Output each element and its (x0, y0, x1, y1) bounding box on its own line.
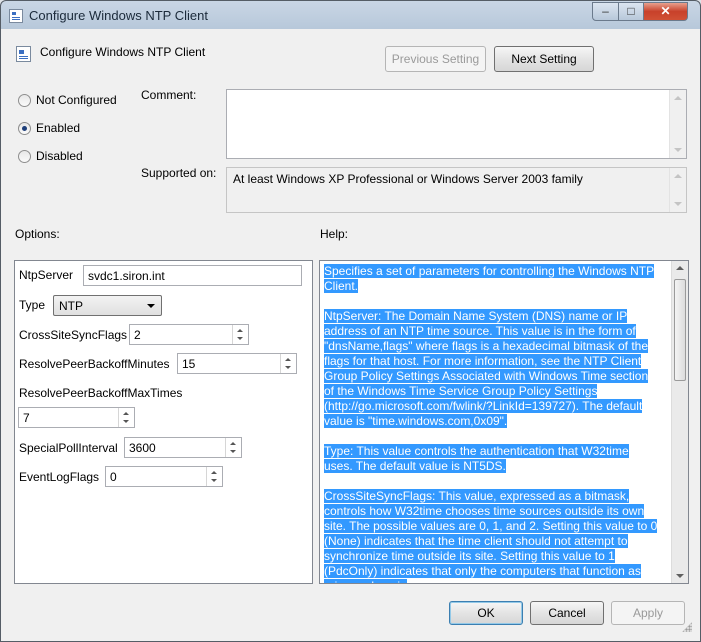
spinner-arrows[interactable] (225, 438, 241, 457)
spin-up-icon[interactable] (285, 358, 291, 361)
cross-site-sync-flags-spinner[interactable]: 2 (129, 324, 249, 345)
supported-on-value: At least Windows XP Professional or Wind… (233, 172, 583, 186)
spin-down-icon[interactable] (285, 366, 291, 369)
help-panel[interactable]: Specifies a set of parameters for contro… (319, 260, 689, 584)
scroll-up-arrow-icon[interactable] (674, 174, 682, 178)
radio-enabled-label: Enabled (36, 121, 81, 135)
ntp-server-value: svdc1.siron.int (88, 269, 165, 283)
spin-up-icon[interactable] (230, 442, 236, 445)
help-paragraph: NtpServer: The Domain Name System (DNS) … (324, 309, 649, 428)
event-log-flags-spinner[interactable]: 0 (105, 466, 223, 487)
supported-on-field: At least Windows XP Professional or Wind… (226, 167, 687, 213)
resolve-peer-backoff-minutes-value: 15 (182, 357, 196, 371)
next-setting-button[interactable]: Next Setting (494, 46, 594, 72)
event-log-flags-value: 0 (110, 470, 117, 484)
spinner-arrows[interactable] (118, 408, 134, 427)
resolve-peer-backoff-max-times-label: ResolvePeerBackoffMaxTimes (19, 386, 183, 400)
radio-disabled-label: Disabled (36, 149, 83, 163)
scrollbar-thumb[interactable] (674, 279, 686, 381)
ntp-server-label: NtpServer (19, 268, 74, 282)
setting-title: Configure Windows NTP Client (40, 45, 206, 59)
options-heading: Options: (15, 227, 60, 241)
window-title: Configure Windows NTP Client (29, 8, 208, 23)
type-value: NTP (59, 299, 83, 313)
spin-up-icon[interactable] (211, 471, 217, 474)
type-label: Type (19, 298, 46, 312)
ntp-server-input[interactable]: svdc1.siron.int (83, 265, 302, 286)
resolve-peer-backoff-max-times-value: 7 (23, 411, 30, 425)
title-bar[interactable]: Configure Windows NTP Client – □ ✕ (1, 1, 700, 31)
maximize-button[interactable]: □ (618, 2, 644, 21)
resolve-peer-backoff-minutes-spinner[interactable]: 15 (177, 353, 297, 374)
spin-up-icon[interactable] (123, 412, 129, 415)
spin-down-icon[interactable] (123, 420, 129, 423)
previous-setting-button[interactable]: Previous Setting (385, 46, 486, 72)
help-paragraph: CrossSiteSyncFlags: This value, expresse… (324, 489, 660, 583)
type-dropdown[interactable]: NTP (53, 295, 162, 316)
minimize-button[interactable]: – (592, 2, 619, 21)
policy-setting-icon (9, 9, 23, 23)
spin-down-icon[interactable] (230, 450, 236, 453)
special-poll-interval-spinner[interactable]: 3600 (124, 437, 242, 458)
help-scrollbar[interactable] (671, 261, 688, 583)
radio-not-configured-label: Not Configured (36, 93, 117, 107)
radio-enabled-indicator[interactable] (18, 122, 31, 135)
cross-site-sync-flags-label: CrossSiteSyncFlags (19, 328, 128, 342)
comment-label: Comment: (141, 88, 197, 102)
event-log-flags-label: EventLogFlags (19, 470, 100, 484)
scroll-up-arrow-icon[interactable] (676, 266, 684, 270)
help-text[interactable]: Specifies a set of parameters for contro… (324, 264, 660, 583)
dialog-window: Configure Windows NTP Client – □ ✕ Confi… (0, 0, 701, 642)
cross-site-sync-flags-value: 2 (134, 328, 141, 342)
spinner-arrows[interactable] (206, 467, 222, 486)
resolve-peer-backoff-max-times-spinner[interactable]: 7 (18, 407, 135, 428)
special-poll-interval-value: 3600 (129, 441, 156, 455)
comment-scrollbar[interactable] (669, 90, 686, 158)
ok-button[interactable]: OK (449, 601, 523, 625)
scroll-down-arrow-icon[interactable] (674, 148, 682, 152)
resolve-peer-backoff-minutes-label: ResolvePeerBackoffMinutes (19, 357, 170, 371)
help-heading: Help: (320, 227, 349, 241)
scroll-down-arrow-icon[interactable] (676, 574, 684, 578)
chevron-down-icon (147, 304, 155, 308)
spinner-arrows[interactable] (280, 354, 296, 373)
spin-down-icon[interactable] (237, 337, 243, 340)
options-panel: NtpServer svdc1.siron.int Type NTP Cross… (14, 260, 313, 584)
cancel-button[interactable]: Cancel (530, 601, 604, 625)
policy-setting-icon (16, 46, 31, 62)
help-paragraph: Specifies a set of parameters for contro… (324, 264, 655, 293)
spin-down-icon[interactable] (211, 479, 217, 482)
supported-scrollbar[interactable] (669, 168, 686, 212)
dialog-content: Configure Windows NTP Client Previous Se… (8, 30, 694, 634)
help-paragraph: Type: This value controls the authentica… (324, 444, 629, 473)
comment-textarea[interactable] (226, 89, 687, 159)
spin-up-icon[interactable] (237, 329, 243, 332)
spinner-arrows[interactable] (232, 325, 248, 344)
scroll-down-arrow-icon[interactable] (674, 202, 682, 206)
radio-not-configured-indicator[interactable] (18, 94, 31, 107)
apply-button[interactable]: Apply (611, 601, 685, 625)
scroll-up-arrow-icon[interactable] (674, 96, 682, 100)
special-poll-interval-label: SpecialPollInterval (19, 441, 118, 455)
supported-on-label: Supported on: (141, 166, 217, 180)
radio-disabled-indicator[interactable] (18, 150, 31, 163)
close-button[interactable]: ✕ (643, 2, 688, 21)
